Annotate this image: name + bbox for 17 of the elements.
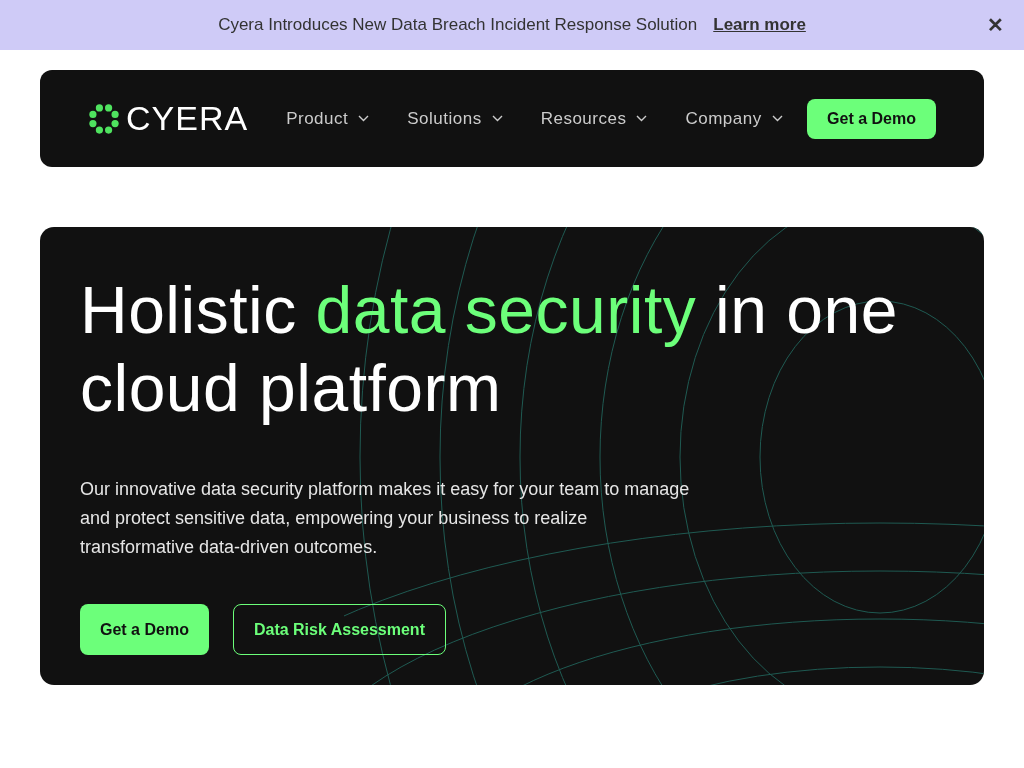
chevron-down-icon [771,115,783,122]
get-demo-button[interactable]: Get a Demo [807,98,936,139]
chevron-down-icon [358,115,370,122]
assessment-button[interactable]: Data Risk Assessment [232,604,446,655]
learn-more-link[interactable]: Learn more [713,15,806,35]
announcement-text: Cyera Introduces New Data Breach Incident Response Solution [218,15,698,35]
logo-ring-icon [88,102,120,135]
nav-menu-item[interactable]: Solutions [407,108,503,129]
nav-menu-item[interactable]: Product [286,108,370,129]
chevron-down-icon [491,115,503,122]
nav-menu-item[interactable]: Company [685,108,783,129]
nav-menu-item[interactable]: Resources [540,108,648,129]
hero-description: Our innovative data security platform makes it easy for your team to manage and protect sensitive data, empowering your business to realize transformative data-driven outcomes. [80,478,691,559]
get-demo-button[interactable]: Get a Demo [80,604,209,655]
chevron-down-icon [636,115,648,122]
hero-headline: Holistic data security in one cloud platform [80,272,899,427]
logo-text: CYERA [126,99,249,138]
